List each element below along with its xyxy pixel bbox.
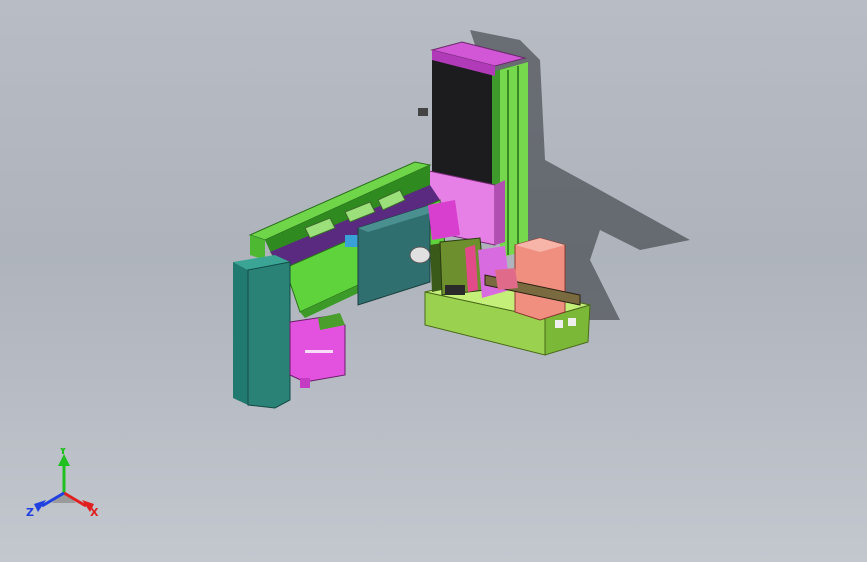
motor-housing[interactable]	[289, 313, 346, 388]
y-axis-label: Y	[58, 448, 68, 457]
end-block[interactable]	[233, 255, 291, 409]
axis-triad: Y X Z	[26, 448, 99, 519]
cad-model-scene[interactable]	[0, 0, 867, 562]
carriage-connector	[428, 200, 460, 240]
z-axis-label: Z	[26, 506, 34, 519]
x-axis-label: X	[90, 506, 99, 519]
cad-viewport[interactable]: Y X Z	[0, 0, 867, 562]
